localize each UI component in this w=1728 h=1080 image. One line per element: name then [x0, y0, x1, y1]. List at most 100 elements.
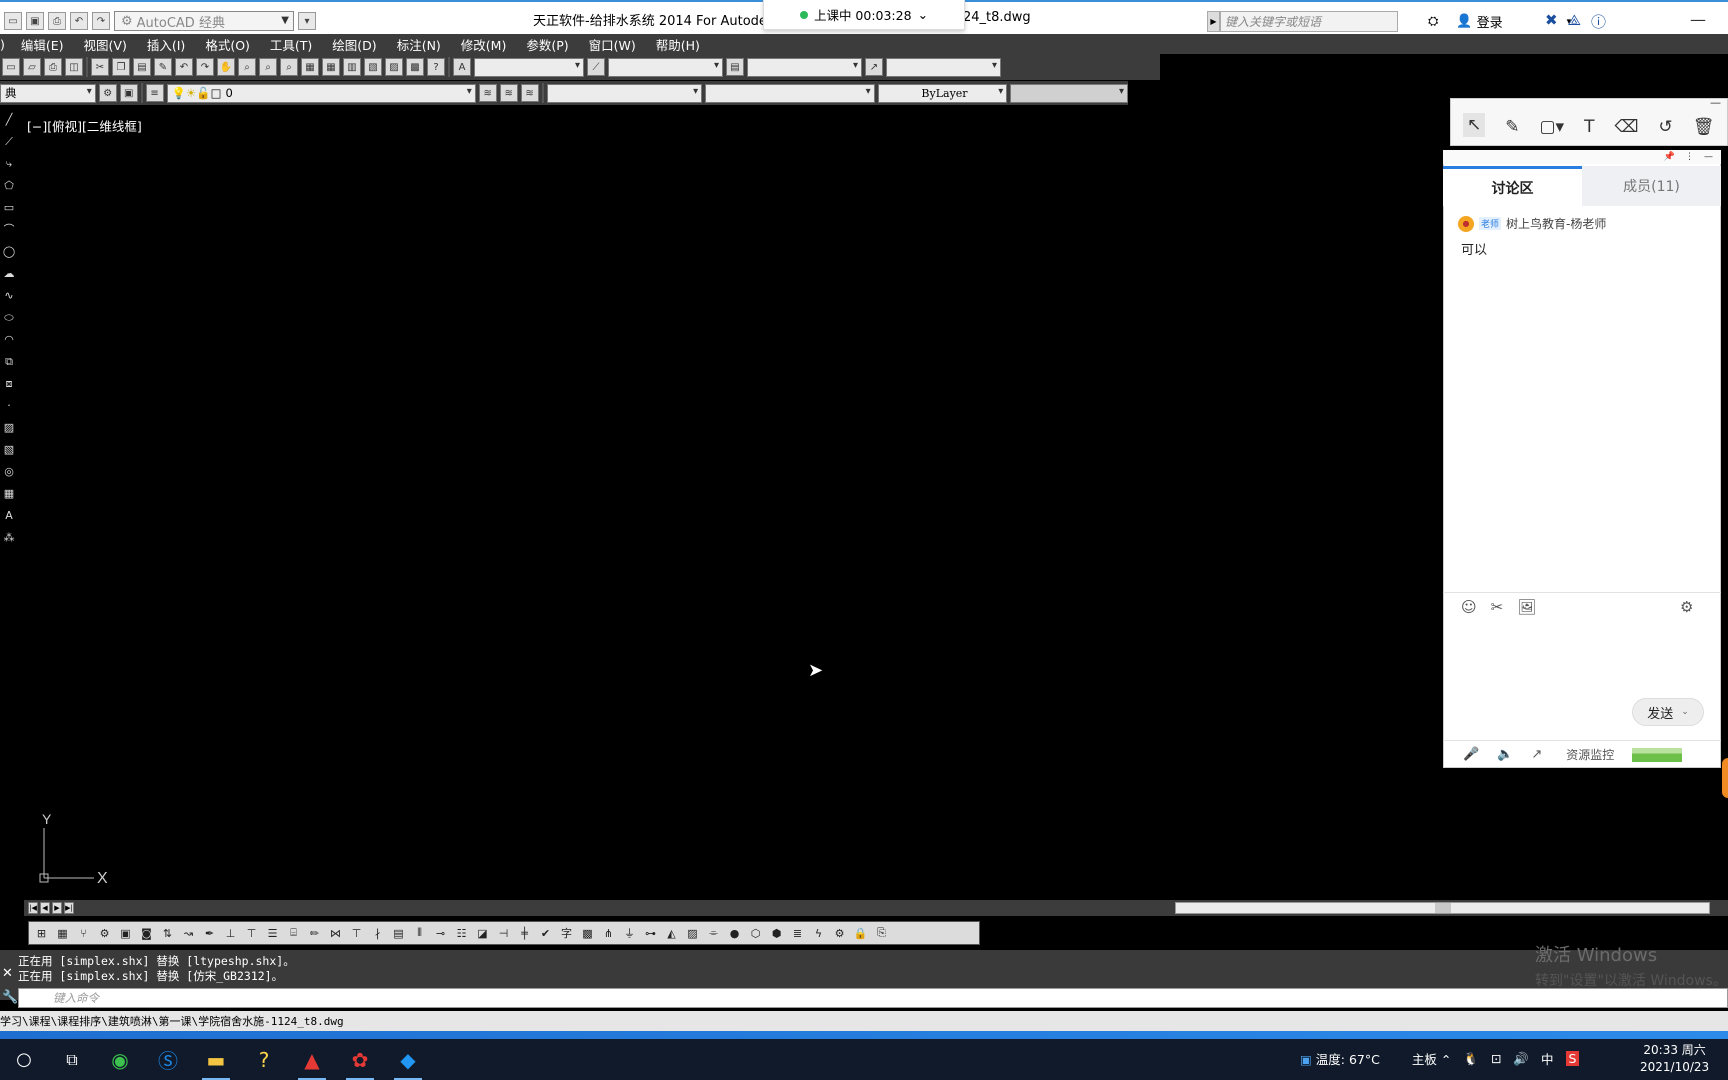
ellipse-arc-icon[interactable]: ◠ [2, 332, 16, 348]
send-button[interactable]: 发送 ⌄ [1632, 698, 1704, 726]
export-tool-icon[interactable]: ⎘ [873, 925, 890, 942]
resource-monitor-label[interactable]: 资源监控 [1566, 746, 1614, 763]
menu-item-view[interactable]: 视图(V) [74, 35, 137, 54]
calculator-icon[interactable]: ▩ [406, 58, 424, 76]
tool-palettes-icon[interactable]: ▥ [343, 58, 361, 76]
menu-item-parameters[interactable]: 参数(P) [516, 35, 578, 54]
redo-icon[interactable]: ↷ [196, 58, 214, 76]
side-handle[interactable] [1722, 758, 1728, 798]
speaker-icon[interactable]: 🔈 [1497, 747, 1513, 762]
hatch-tool-icon[interactable]: ▨ [684, 925, 701, 942]
multileader-style-icon[interactable]: ↗ [865, 58, 883, 76]
solid-tool-icon[interactable]: ⬢ [768, 925, 785, 942]
gradient-icon[interactable]: ▧ [2, 442, 16, 458]
close-icon[interactable]: ✕ [2, 966, 13, 981]
text-style-select[interactable] [474, 57, 584, 77]
lineweight-select[interactable]: ByLayer [877, 83, 1008, 103]
view-tool-icon[interactable]: ◙ [138, 925, 155, 942]
slope-tool-icon[interactable]: ◪ [474, 925, 491, 942]
region-icon[interactable]: ◎ [2, 464, 16, 480]
grid-tool-icon[interactable]: ▦ [54, 925, 71, 942]
revision-cloud-icon[interactable]: ☁ [2, 266, 16, 282]
drawing-canvas[interactable] [20, 108, 1445, 900]
layer-select[interactable]: 💡 ☀ 🔓 □ 0 [166, 83, 476, 103]
redo-icon[interactable]: ↷ [92, 12, 110, 30]
point-icon[interactable]: · [2, 398, 16, 414]
print-icon[interactable]: ⎙ [44, 58, 62, 76]
menu-item-help[interactable]: 帮助(H) [646, 35, 710, 54]
link-tool-icon[interactable]: ⊸ [432, 925, 449, 942]
pipe-tool-icon[interactable]: ⊞ [33, 925, 50, 942]
curve-tool-icon[interactable]: ↝ [180, 925, 197, 942]
ime-label[interactable]: 中 [1541, 1049, 1554, 1068]
cut-icon[interactable]: ✂ [91, 58, 109, 76]
text-style-icon[interactable]: A [453, 58, 471, 76]
menu-item-dimension[interactable]: 标注(N) [387, 35, 451, 54]
hook-tool-icon[interactable]: ϟ [810, 925, 827, 942]
image-icon[interactable]: 🖼 [1517, 598, 1536, 616]
network-icon[interactable]: ⊡ [1491, 1051, 1501, 1066]
viewport-controls-label[interactable]: [−][俯视][二维线框] [27, 116, 142, 135]
table-tool-icon[interactable]: ▤ [390, 925, 407, 942]
menu-item-window[interactable]: 窗口(W) [579, 35, 646, 54]
more-icon[interactable]: ⋮ [1685, 152, 1694, 162]
text-icon[interactable]: T [1584, 117, 1594, 137]
minimize-button[interactable]: — [1710, 96, 1721, 109]
search-input[interactable]: 键入关键字或短语 [1220, 11, 1398, 32]
scrollbar-thumb[interactable] [1435, 903, 1451, 913]
undo-icon[interactable]: ↶ [175, 58, 193, 76]
volume-icon[interactable]: 🔊 [1513, 1051, 1529, 1067]
tianzheng-icon[interactable]: ✿ [342, 1042, 378, 1080]
settings-tool-icon[interactable]: ⚙ [831, 925, 848, 942]
classroom-app-icon[interactable]: ◆ [390, 1042, 426, 1080]
match-properties-icon[interactable]: ✎ [154, 58, 172, 76]
rectangle-icon[interactable]: ▭ [2, 200, 16, 216]
minimize-icon[interactable]: — [1704, 152, 1713, 162]
cube-tool-icon[interactable]: ⬡ [747, 925, 764, 942]
riser-tool-icon[interactable]: ∤ [369, 925, 386, 942]
mtext-icon[interactable]: A [2, 508, 16, 524]
binoculars-icon[interactable]: ⛭ [1428, 14, 1438, 29]
measure-tool-icon[interactable]: ⏚ [621, 925, 638, 942]
next-layout-icon[interactable]: ▶ [52, 902, 62, 914]
a360-icon[interactable]: ⟁ [1568, 11, 1581, 32]
board-readout[interactable]: 主板 ⌃ [1412, 1049, 1451, 1068]
last-layout-icon[interactable]: ▶| [64, 902, 74, 914]
class-timer[interactable]: 上课中 00:03:28 ⌄ [763, 0, 965, 30]
make-block-icon[interactable]: ⧈ [2, 376, 16, 392]
menu-item-draw[interactable]: 绘图(D) [322, 35, 386, 54]
sogou-icon[interactable]: Ⓢ [150, 1042, 186, 1078]
layers-tool-icon[interactable]: ≣ [789, 925, 806, 942]
tank-tool-icon[interactable]: ◭ [663, 925, 680, 942]
shape-icon[interactable]: ▢▾ [1540, 117, 1565, 137]
frame-tool-icon[interactable]: ⌸ [285, 925, 302, 942]
share-icon[interactable]: ↗ [1531, 747, 1542, 762]
tab-discussion[interactable]: 讨论区 [1443, 166, 1582, 206]
dimension-tool-icon[interactable]: ⌯ [705, 925, 722, 942]
pen-tool-icon[interactable]: ✒ [201, 925, 218, 942]
browser-icon[interactable]: ◉ [102, 1042, 138, 1078]
clock[interactable]: 20:33 周六 2021/10/23 [1640, 1042, 1709, 1076]
prev-layout-icon[interactable]: ◀ [40, 902, 50, 914]
valve-tool-icon[interactable]: ⋈ [327, 925, 344, 942]
tab-members[interactable]: 成员(11) [1582, 166, 1721, 206]
list-tool-icon[interactable]: ☰ [264, 925, 281, 942]
matrix-tool-icon[interactable]: ▩ [579, 925, 596, 942]
split-tool-icon[interactable]: ⫴ [411, 925, 428, 942]
char-tool-icon[interactable]: 字 [558, 925, 575, 942]
workspace-select[interactable]: ⚙ AutoCAD 经典 ▼ [114, 11, 294, 31]
zoom-realtime-icon[interactable]: ⌕ [238, 58, 256, 76]
hatch-icon[interactable]: ▨ [2, 420, 16, 436]
linetype-select[interactable] [705, 83, 875, 103]
pen-icon[interactable]: ✎ [1505, 117, 1519, 137]
node-tool-icon[interactable]: ⊶ [642, 925, 659, 942]
menu-item-edit[interactable]: 编辑(E) [11, 35, 74, 54]
print-icon[interactable]: ⎙ [48, 12, 66, 30]
menu-item-format[interactable]: 格式(O) [195, 35, 260, 54]
table-icon[interactable]: ▦ [2, 486, 16, 502]
dim-style-select[interactable] [608, 57, 723, 77]
first-layout-icon[interactable]: |◀ [28, 902, 38, 914]
menu-item-modify[interactable]: 修改(M) [451, 35, 517, 54]
settings-icon[interactable]: ⚙ [1680, 598, 1693, 616]
zoom-previous-icon[interactable]: ⌕ [280, 58, 298, 76]
